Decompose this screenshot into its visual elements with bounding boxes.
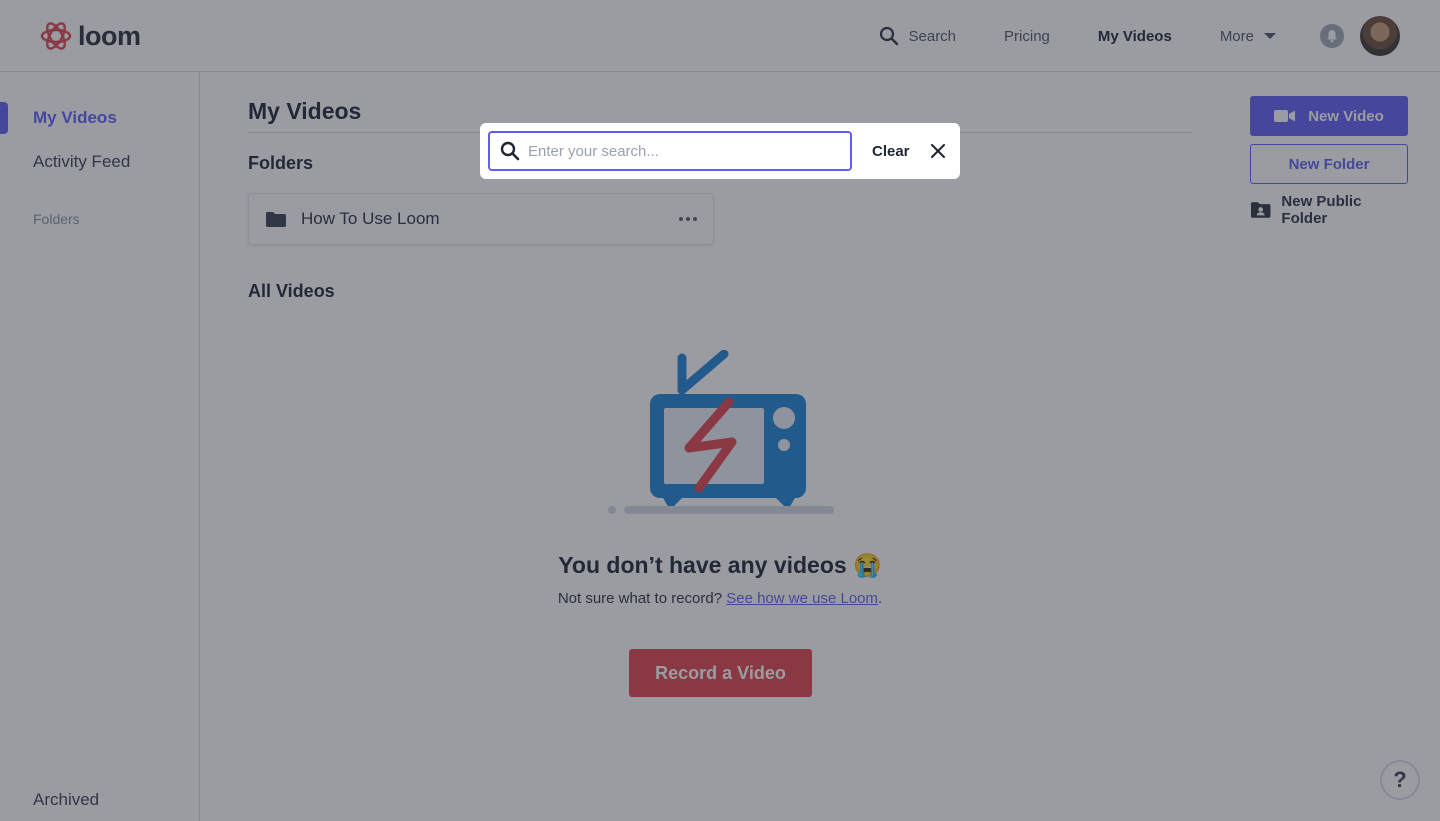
search-icon: [500, 141, 520, 161]
close-icon: [930, 144, 945, 158]
search-field[interactable]: [488, 131, 852, 171]
clear-button[interactable]: Clear: [872, 143, 910, 160]
search-input[interactable]: [528, 142, 840, 160]
close-button[interactable]: [930, 143, 946, 159]
search-modal: Clear: [480, 123, 960, 179]
